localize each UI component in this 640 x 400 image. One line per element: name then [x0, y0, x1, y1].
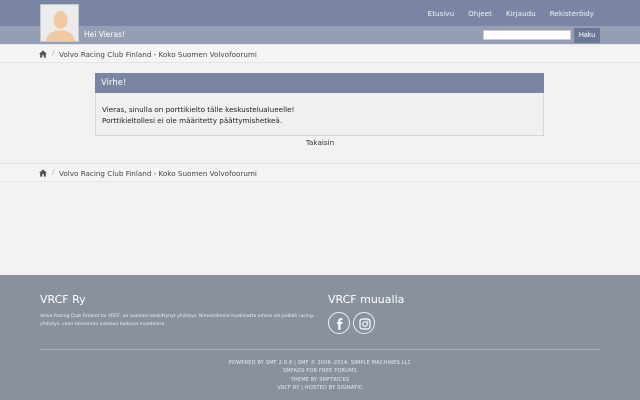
- nav-home[interactable]: Etusivu: [428, 9, 454, 18]
- error-line-1: Vieras, sinulla on porttikielto tälle ke…: [102, 105, 295, 114]
- main-nav: Etusivu Ohjeet Kirjaudu Rekisteröidy: [428, 9, 594, 18]
- credit-theme[interactable]: THEME BY SMFTRICKS: [0, 376, 640, 384]
- greeting: Hei Vieras!: [84, 30, 125, 39]
- credit-hosting[interactable]: VRCF RY | HOSTED BY SIGMATIC: [0, 384, 640, 392]
- nav-register[interactable]: Rekisteröidy: [550, 9, 594, 18]
- footer-credits: POWERED BY SMF 2.0.8 | SMF © 2006–2014, …: [0, 359, 640, 392]
- error-message: Vieras, sinulla on porttikielto tälle ke…: [95, 93, 544, 136]
- instagram-icon: [359, 318, 371, 330]
- credit-ads[interactable]: SMFADS FOR FREE FORUMS: [0, 367, 640, 375]
- facebook-icon: [337, 318, 343, 330]
- credit-powered-by[interactable]: POWERED BY SMF 2.0.8 | SMF © 2006–2014, …: [0, 359, 640, 367]
- breadcrumb: / Volvo Racing Club Finland - Koko Suome…: [0, 44, 640, 63]
- facebook-button[interactable]: [328, 312, 350, 334]
- avatar: [40, 4, 79, 42]
- avatar-icon: [41, 5, 78, 41]
- instagram-button[interactable]: [353, 312, 375, 334]
- footer-divider: [40, 349, 600, 350]
- footer-description: Volvo Racing Club Finland tai VRCF, on a…: [40, 314, 315, 327]
- home-icon[interactable]: [39, 169, 47, 177]
- search-button[interactable]: Haku: [574, 28, 600, 43]
- footer-title-social: VRCF muualla: [328, 293, 405, 306]
- breadcrumb-separator: /: [52, 49, 55, 57]
- back-link[interactable]: Takaisin: [0, 138, 640, 147]
- error-title: Virhe!: [95, 73, 544, 93]
- home-icon[interactable]: [39, 50, 47, 58]
- breadcrumb-bottom: / Volvo Racing Club Finland - Koko Suome…: [0, 163, 640, 182]
- search-input[interactable]: [483, 30, 571, 40]
- nav-help[interactable]: Ohjeet: [468, 9, 492, 18]
- breadcrumb-forum-link[interactable]: Volvo Racing Club Finland - Koko Suomen …: [59, 169, 257, 178]
- breadcrumb-separator: /: [52, 168, 55, 176]
- nav-login[interactable]: Kirjaudu: [506, 9, 536, 18]
- footer-title-org: VRCF Ry: [40, 293, 86, 306]
- breadcrumb-forum-link[interactable]: Volvo Racing Club Finland - Koko Suomen …: [59, 50, 257, 59]
- error-line-2: Porttikieltollesi ei ole määritetty päät…: [102, 115, 283, 125]
